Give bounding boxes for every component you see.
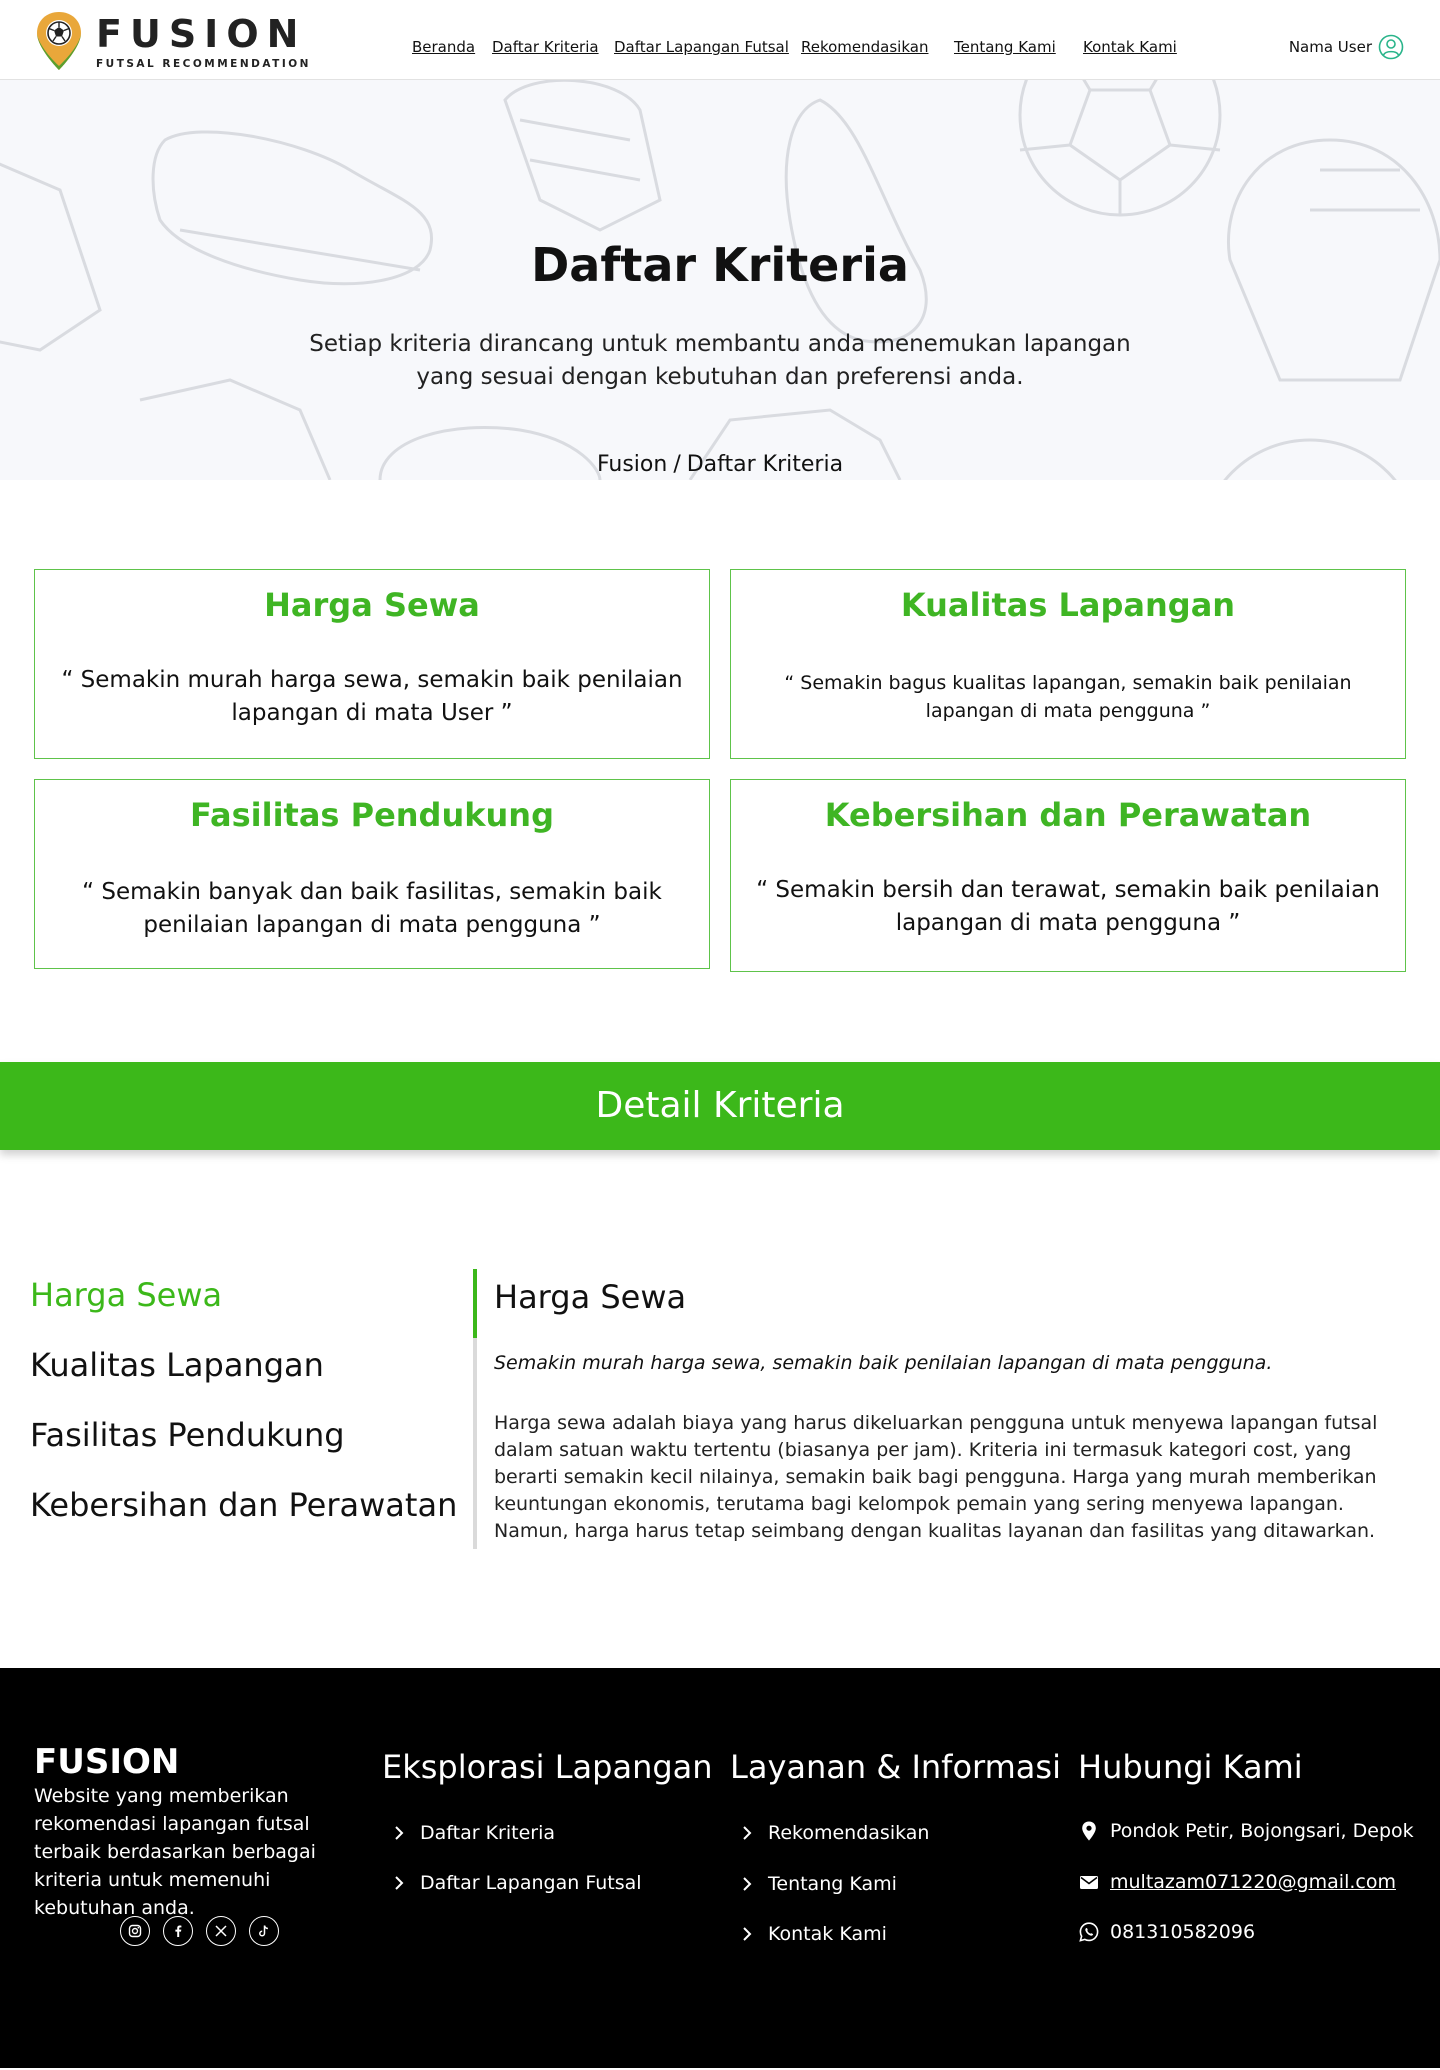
facebook-icon[interactable] xyxy=(163,1916,193,1946)
footer-brand: FUSION xyxy=(34,1742,180,1782)
criteria-card-quote: “ Semakin murah harga sewa, semakin baik… xyxy=(61,667,683,726)
footer-link-tentang-kami[interactable]: Tentang Kami xyxy=(738,1873,897,1895)
nav-link-daftar-kriteria[interactable]: Daftar Kriteria xyxy=(492,38,599,56)
criteria-card-title: Harga Sewa xyxy=(264,586,480,624)
mail-icon xyxy=(1080,1876,1098,1889)
criteria-card-title: Kualitas Lapangan xyxy=(900,586,1236,624)
social-links xyxy=(120,1916,292,1946)
criteria-card-title: Kebersihan dan Perawatan xyxy=(824,796,1312,834)
chevron-right-icon xyxy=(743,1927,752,1941)
instagram-icon[interactable] xyxy=(120,1916,150,1946)
footer-services-title: Layanan & Informasi xyxy=(730,1748,1061,1786)
chevron-right-icon xyxy=(395,1876,404,1890)
footer: FUSION Website yang memberikan rekomenda… xyxy=(0,1668,1440,2068)
footer-link-daftar-lapangan[interactable]: Daftar Lapangan Futsal xyxy=(390,1872,642,1894)
nav-link-tentang-kami[interactable]: Tentang Kami xyxy=(954,38,1056,56)
breadcrumb-home[interactable]: Fusion xyxy=(597,452,667,477)
detail-menu-kebersihan-perawatan[interactable]: Kebersihan dan Perawatan xyxy=(30,1486,457,1524)
footer-description: Website yang memberikan rekomendasi lapa… xyxy=(34,1785,316,1919)
criteria-card-kebersihan-perawatan: Kebersihan dan Perawatan “ Semakin bersi… xyxy=(730,779,1406,972)
user-menu[interactable]: Nama User xyxy=(1289,34,1404,60)
user-name: Nama User xyxy=(1288,38,1372,56)
criteria-card-quote: “ Semakin banyak dan baik fasilitas, sem… xyxy=(82,879,662,938)
brand-tagline: FUTSAL RECOMMENDATION xyxy=(96,57,311,70)
footer-link-label: Daftar Kriteria xyxy=(420,1822,555,1844)
footer-address: Pondok Petir, Bojongsari, Depok xyxy=(1078,1820,1414,1842)
nav-link-rekomendasikan[interactable]: Rekomendasikan xyxy=(801,38,928,56)
footer-link-kontak-kami[interactable]: Kontak Kami xyxy=(738,1923,887,1945)
footer-link-label: Tentang Kami xyxy=(768,1873,897,1895)
tiktok-icon[interactable] xyxy=(249,1916,279,1946)
criteria-card-fasilitas-pendukung: Fasilitas Pendukung “ Semakin banyak dan… xyxy=(34,779,710,969)
user-avatar-icon xyxy=(1378,34,1404,60)
criteria-detail: Harga Sewa Kualitas Lapangan Fasilitas P… xyxy=(0,1150,1440,1668)
detail-menu-kualitas-lapangan[interactable]: Kualitas Lapangan xyxy=(30,1346,324,1384)
footer-contact-title: Hubungi Kami xyxy=(1078,1748,1303,1786)
footer-link-label: Kontak Kami xyxy=(768,1923,887,1945)
page-title: Daftar Kriteria xyxy=(531,238,909,292)
breadcrumb-separator: / xyxy=(673,452,681,477)
detail-menu-harga-sewa[interactable]: Harga Sewa xyxy=(30,1276,222,1314)
footer-email: multazam071220@gmail.com xyxy=(1078,1871,1396,1893)
footer-link-label: Daftar Lapangan Futsal xyxy=(420,1872,642,1894)
footer-phone: 081310582096 xyxy=(1078,1921,1255,1943)
footer-phone-text: 081310582096 xyxy=(1110,1921,1256,1943)
brand-wordmark: FUSION xyxy=(96,11,307,56)
detail-quote: Semakin murah harga sewa, semakin baik p… xyxy=(494,1352,1273,1374)
page-description: Setiap kriteria dirancang untuk membantu… xyxy=(309,331,1131,390)
top-navbar: FUSION FUTSAL RECOMMENDATION Beranda Daf… xyxy=(0,0,1440,80)
criteria-card-harga-sewa: Harga Sewa “ Semakin murah harga sewa, s… xyxy=(34,569,710,759)
chevron-right-icon xyxy=(395,1826,404,1840)
criteria-card-quote: “ Semakin bagus kualitas lapangan, semak… xyxy=(784,672,1352,722)
criteria-card-title: Fasilitas Pendukung xyxy=(190,796,554,834)
criteria-card-kualitas-lapangan: Kualitas Lapangan “ Semakin bagus kualit… xyxy=(730,569,1406,759)
detail-section-banner: Detail Kriteria xyxy=(0,1062,1440,1150)
chevron-right-icon xyxy=(743,1826,752,1840)
nav-link-kontak-kami[interactable]: Kontak Kami xyxy=(1083,38,1177,56)
nav-link-daftar-lapangan[interactable]: Daftar Lapangan Futsal xyxy=(614,38,789,56)
detail-menu-fasilitas-pendukung[interactable]: Fasilitas Pendukung xyxy=(30,1416,345,1454)
footer-link-rekomendasikan[interactable]: Rekomendasikan xyxy=(738,1822,929,1844)
whatsapp-icon xyxy=(1079,1922,1099,1942)
breadcrumb-current: Daftar Kriteria xyxy=(686,452,844,477)
hero-banner: Daftar Kriteria Setiap kriteria dirancan… xyxy=(0,80,1440,480)
detail-body: Harga sewa adalah biaya yang harus dikel… xyxy=(494,1412,1378,1542)
logo-pin-icon xyxy=(37,12,81,70)
criteria-cards: Harga Sewa “ Semakin murah harga sewa, s… xyxy=(0,480,1440,1062)
footer-link-label: Rekomendasikan xyxy=(768,1822,930,1844)
location-pin-icon xyxy=(1082,1821,1096,1841)
chevron-right-icon xyxy=(743,1877,752,1891)
detail-active-indicator xyxy=(473,1269,477,1338)
x-icon[interactable] xyxy=(206,1916,236,1946)
footer-email-link[interactable]: multazam071220@gmail.com xyxy=(1110,1871,1396,1893)
brand-logo[interactable]: FUSION FUTSAL RECOMMENDATION xyxy=(34,10,311,74)
footer-explore-title: Eksplorasi Lapangan xyxy=(382,1748,713,1786)
criteria-card-quote: “ Semakin bersih dan terawat, semakin ba… xyxy=(756,877,1380,936)
nav-link-beranda[interactable]: Beranda xyxy=(412,38,475,56)
footer-address-text: Pondok Petir, Bojongsari, Depok xyxy=(1110,1820,1414,1842)
breadcrumb: Fusion / Daftar Kriteria xyxy=(0,452,1440,477)
footer-link-daftar-kriteria[interactable]: Daftar Kriteria xyxy=(390,1822,555,1844)
detail-heading: Harga Sewa xyxy=(494,1278,687,1316)
